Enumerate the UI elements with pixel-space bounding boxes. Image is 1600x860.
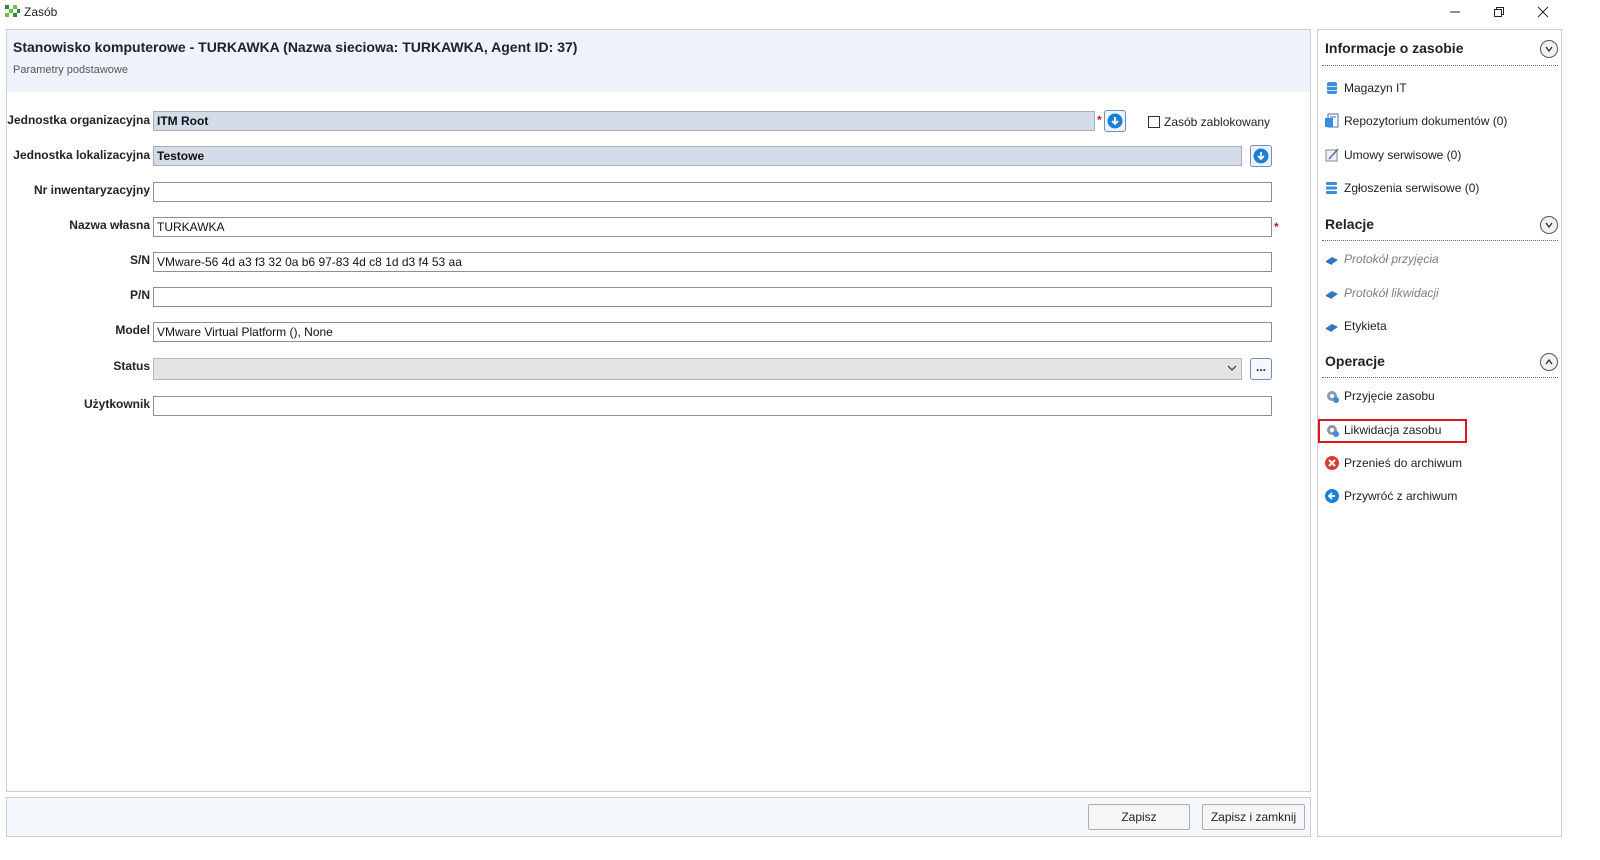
pn-field[interactable] xyxy=(153,287,1272,307)
status-more-button[interactable]: ... xyxy=(1250,358,1272,380)
model-field[interactable]: VMware Virtual Platform (), None xyxy=(153,322,1272,342)
info-collapse-toggle[interactable] xyxy=(1540,40,1558,58)
main-panel: Stanowisko komputerowe - TURKAWKA (Nazwa… xyxy=(6,29,1311,792)
own-name-field[interactable]: TURKAWKA xyxy=(153,217,1272,237)
chevron-down-icon xyxy=(1545,222,1553,228)
chevron-up-icon xyxy=(1545,359,1553,365)
operations-section-title: Operacje xyxy=(1325,353,1385,369)
document-repository-icon xyxy=(1325,113,1339,128)
required-marker: * xyxy=(1274,220,1279,234)
pn-label: P/N xyxy=(129,288,150,302)
org-unit-label: Jednostka organizacyjna xyxy=(7,113,150,127)
status-label: Status xyxy=(113,359,150,373)
save-button[interactable]: Zapisz xyxy=(1088,804,1190,830)
highlight-box xyxy=(1318,419,1467,443)
side-item-label: Magazyn IT xyxy=(1344,81,1407,95)
relations-collapse-toggle[interactable] xyxy=(1540,216,1558,234)
printer-icon xyxy=(1326,324,1338,332)
page-title: Stanowisko komputerowe - TURKAWKA (Nazwa… xyxy=(13,39,578,55)
blocked-checkbox-label: Zasób zablokowany xyxy=(1164,115,1271,129)
section-divider xyxy=(1322,65,1558,66)
minimize-icon xyxy=(1450,11,1460,13)
side-item-label: Protokół likwidacji xyxy=(1344,286,1439,300)
relations-section-title: Relacje xyxy=(1325,216,1375,232)
side-item-label: Etykieta xyxy=(1344,319,1387,333)
side-item-label: Protokół przyjęcia xyxy=(1344,252,1439,266)
side-item-label: Zgłoszenia serwisowe (0) xyxy=(1344,181,1480,195)
side-item-umowy[interactable]: Umowy serwisowe (0) xyxy=(1322,144,1558,166)
operations-collapse-toggle[interactable] xyxy=(1540,353,1558,371)
contract-icon xyxy=(1325,148,1339,162)
save-close-button[interactable]: Zapisz i zamknij xyxy=(1202,804,1305,830)
side-item-przenies-archiwum[interactable]: Przenieś do archiwum xyxy=(1322,452,1558,474)
user-field[interactable] xyxy=(153,396,1272,416)
title-bar: Zasób xyxy=(0,0,1600,24)
side-item-label: Umowy serwisowe (0) xyxy=(1344,148,1462,162)
bottom-bar: Zapisz Zapisz i zamknij xyxy=(6,797,1311,837)
minimize-button[interactable] xyxy=(1432,0,1478,24)
close-button[interactable] xyxy=(1520,0,1566,24)
main-header: Stanowisko komputerowe - TURKAWKA (Nazwa… xyxy=(7,30,1310,92)
database-icon xyxy=(1327,82,1337,94)
arrow-left-circle-icon xyxy=(1325,489,1339,503)
side-item-protokol-likwidacji[interactable]: Protokół likwidacji xyxy=(1322,282,1558,304)
restore-button[interactable] xyxy=(1476,0,1522,24)
required-marker: * xyxy=(1097,113,1102,127)
page-subtitle: Parametry podstawowe xyxy=(13,64,128,76)
side-item-repozytorium[interactable]: Repozytorium dokumentów (0) xyxy=(1322,110,1558,132)
side-item-protokol-przyjecia[interactable]: Protokół przyjęcia xyxy=(1322,248,1558,270)
inventory-no-label: Nr inwentaryzacyjny xyxy=(33,183,150,197)
restore-icon xyxy=(1494,7,1504,17)
side-item-label: Przywróć z archiwum xyxy=(1344,489,1458,503)
arrow-down-circle-icon xyxy=(1253,148,1269,164)
side-item-zgloszenia[interactable]: Zgłoszenia serwisowe (0) xyxy=(1322,177,1558,199)
side-item-label: Repozytorium dokumentów (0) xyxy=(1344,114,1508,128)
inventory-no-field[interactable] xyxy=(153,182,1272,202)
blocked-checkbox[interactable] xyxy=(1148,116,1160,128)
printer-icon xyxy=(1326,257,1338,265)
app-logo-icon xyxy=(5,5,20,17)
loc-unit-label: Jednostka lokalizacyjna xyxy=(13,148,150,162)
arrow-down-circle-icon xyxy=(1107,113,1123,129)
user-label: Użytkownik xyxy=(83,397,150,411)
window-title: Zasób xyxy=(24,5,58,19)
side-item-label: Przenieś do archiwum xyxy=(1344,456,1463,470)
gear-process-icon xyxy=(1327,391,1339,403)
model-label: Model xyxy=(115,323,150,337)
side-item-przywroc-archiwum[interactable]: Przywróć z archiwum xyxy=(1322,485,1558,507)
remove-circle-icon xyxy=(1325,456,1339,470)
printer-icon xyxy=(1326,291,1338,299)
sn-field[interactable]: VMware-56 4d a3 f3 32 0a b6 97-83 4d c8 … xyxy=(153,252,1272,272)
chevron-down-icon xyxy=(1545,46,1553,52)
section-divider xyxy=(1322,377,1558,378)
info-section-title: Informacje o zasobie xyxy=(1325,40,1464,56)
ticket-stack-icon xyxy=(1326,182,1337,194)
side-item-etykieta[interactable]: Etykieta xyxy=(1322,315,1558,337)
loc-unit-field[interactable]: Testowe xyxy=(153,146,1242,166)
side-panel: Informacje o zasobie Magazyn IT Repozyto… xyxy=(1317,29,1562,837)
org-unit-field[interactable]: ITM Root xyxy=(153,111,1095,131)
own-name-label: Nazwa własna xyxy=(69,218,150,232)
status-select[interactable] xyxy=(153,358,1242,380)
section-divider xyxy=(1322,240,1558,241)
loc-unit-pick-button[interactable] xyxy=(1250,145,1272,167)
side-item-magazyn[interactable]: Magazyn IT xyxy=(1322,77,1558,99)
side-item-przyjecie[interactable]: Przyjęcie zasobu xyxy=(1322,385,1558,407)
sn-label: S/N xyxy=(129,253,150,267)
org-unit-pick-button[interactable] xyxy=(1104,110,1126,132)
chevron-down-icon xyxy=(1227,365,1237,371)
close-icon xyxy=(1537,6,1549,18)
side-item-label: Przyjęcie zasobu xyxy=(1344,389,1435,403)
